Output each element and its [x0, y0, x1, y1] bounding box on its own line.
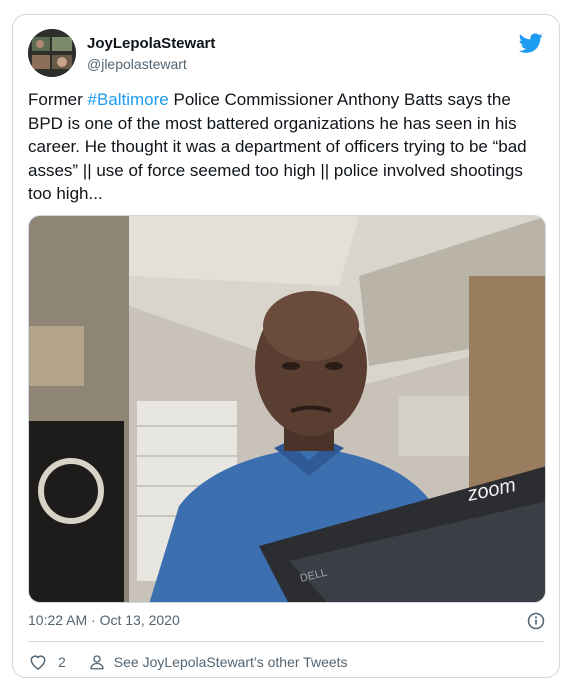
media-illustration: zoom DELL [29, 216, 545, 602]
tweet-header: JoyLepolaStewart @jlepolastewart [28, 29, 545, 77]
tweet-timestamp[interactable]: 10:22 AM · Oct 13, 2020 [28, 612, 180, 628]
tweet-media[interactable]: zoom DELL [28, 215, 546, 603]
avatar[interactable] [28, 29, 76, 77]
tweet-actions: 2 See JoyLepolaStewart’s other Tweets [28, 651, 348, 673]
tweet-text-start: Former [28, 90, 88, 109]
info-icon[interactable] [527, 612, 545, 630]
tweet-text: Former #Baltimore Police Commissioner An… [28, 88, 550, 206]
person-icon [90, 655, 104, 670]
tweet-card[interactable]: JoyLepolaStewart @jlepolastewart Former … [12, 14, 560, 678]
other-tweets-label: See JoyLepolaStewart’s other Tweets [113, 654, 348, 670]
heart-icon [30, 655, 46, 670]
footer-divider [28, 641, 544, 642]
like-count: 2 [58, 654, 66, 670]
display-name[interactable]: JoyLepolaStewart [87, 35, 215, 53]
like-button[interactable]: 2 [28, 652, 66, 672]
user-handle[interactable]: @jlepolastewart [87, 55, 215, 73]
other-tweets-link[interactable]: See JoyLepolaStewart’s other Tweets [88, 653, 348, 671]
twitter-bird-icon[interactable] [519, 31, 543, 55]
user-names[interactable]: JoyLepolaStewart @jlepolastewart [87, 35, 215, 73]
hashtag-link[interactable]: #Baltimore [88, 90, 169, 109]
